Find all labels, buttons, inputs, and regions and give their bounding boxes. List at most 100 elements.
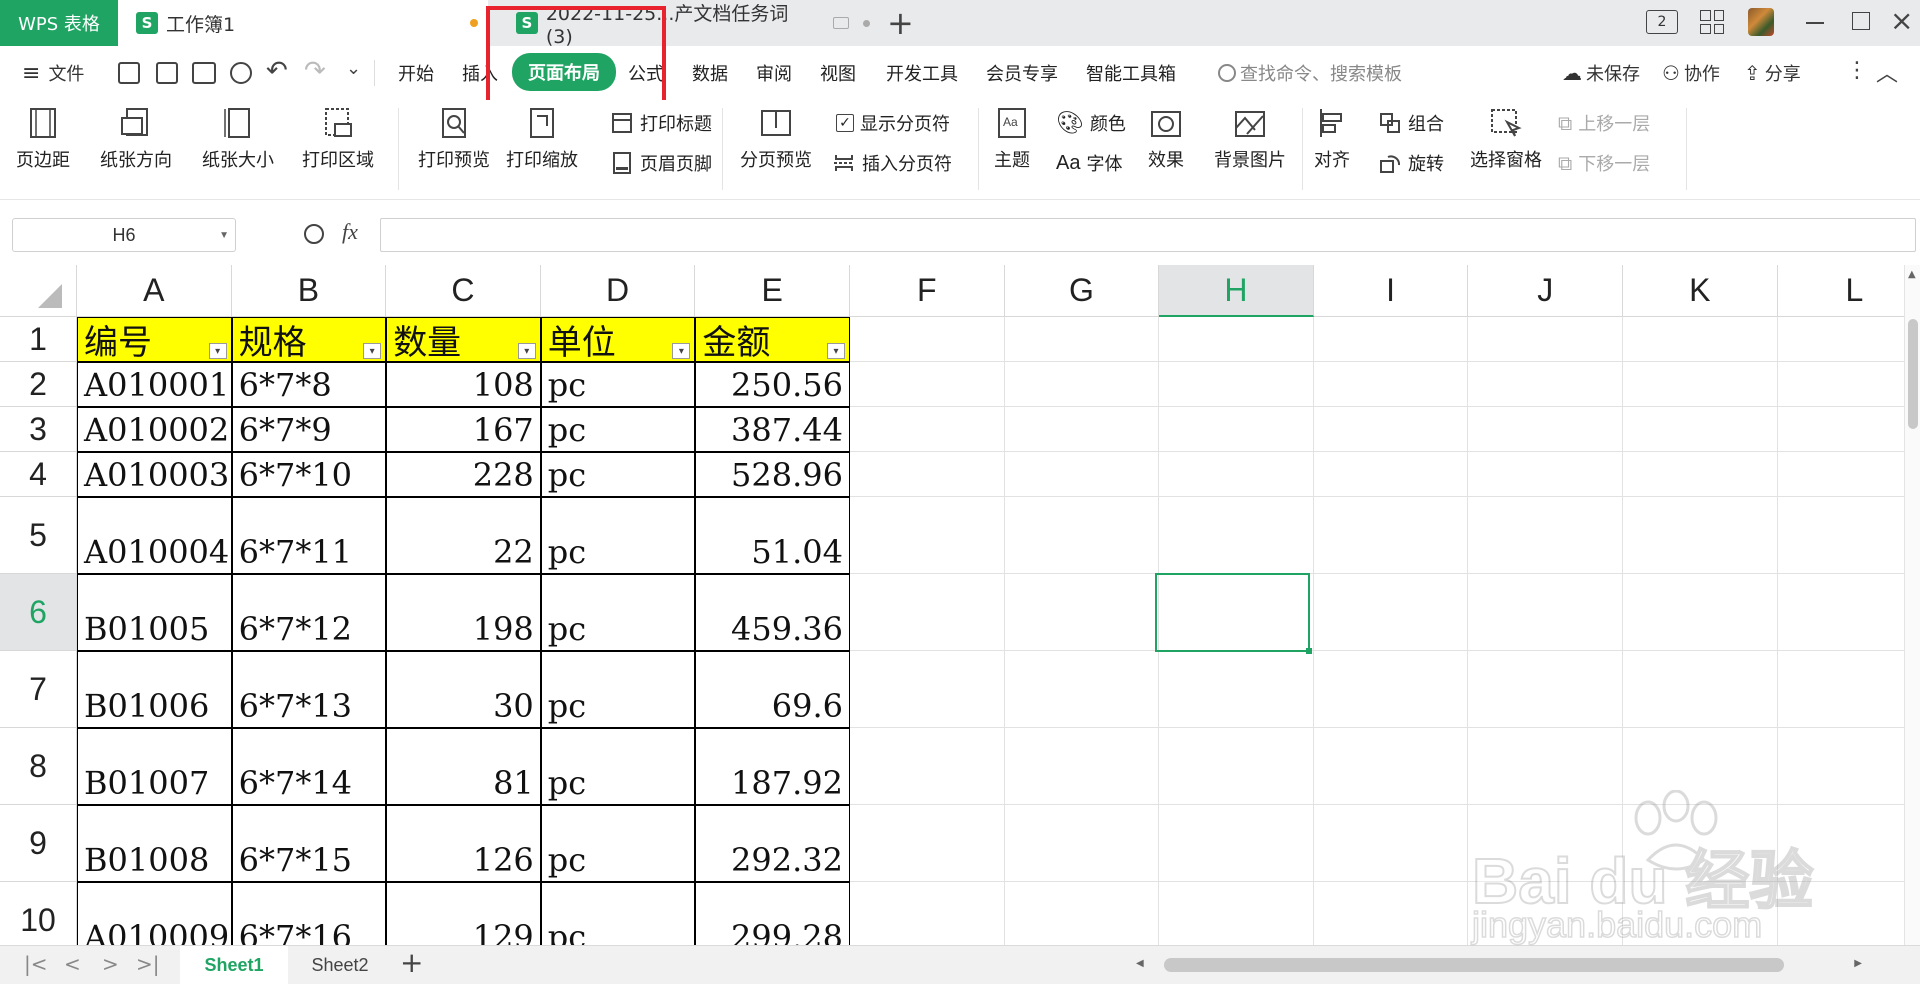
table-cell[interactable]: 129 [386,882,541,945]
user-badge[interactable]: 2 [1646,10,1678,34]
horizontal-scrollbar[interactable]: ◀ ▶ [1130,954,1870,976]
restore-icon[interactable] [1852,12,1870,30]
table-cell[interactable]: 6*7*15 [231,805,387,882]
header-cell[interactable]: 规格 ▾ [231,317,387,363]
fx-icon[interactable]: fx [342,219,358,245]
vertical-scroll-thumb[interactable] [1908,319,1918,429]
select-all-corner[interactable] [0,265,77,317]
colors-button[interactable]: 🎨︎ 颜色 [1056,110,1126,136]
table-cell[interactable]: 126 [386,805,541,882]
table-cell[interactable]: 187.92 [695,728,850,805]
share-button[interactable]: ⇪ 分享 [1744,60,1801,86]
column-header-g[interactable]: G [1004,265,1160,317]
column-header-j[interactable]: J [1468,265,1623,317]
collaborate-button[interactable]: ⚇ 协作 [1662,60,1720,86]
filter-dropdown-icon[interactable]: ▾ [517,343,536,359]
table-cell[interactable]: 528.96 [695,452,850,497]
app-tab[interactable]: WPS 表格 [0,0,118,46]
file-menu[interactable]: ≡ 文件 [22,60,84,86]
scroll-up-icon[interactable]: ▲ [1908,269,1916,280]
table-cell[interactable]: pc [540,728,696,805]
table-cell[interactable]: B01008 [77,805,232,882]
align-button[interactable]: 对齐 [1314,106,1350,172]
show-page-breaks-checkbox[interactable]: ✓ 显示分页符 [836,110,950,136]
more-options-icon[interactable]: ⋮ [1846,58,1868,83]
add-sheet-icon[interactable]: + [400,946,423,979]
table-cell[interactable]: pc [540,407,696,452]
column-header-e[interactable]: E [695,265,850,317]
row-header-9[interactable]: 9 [0,805,77,882]
table-cell[interactable]: A010003 [77,452,232,497]
header-cell[interactable]: 编号 ▾ [77,317,232,363]
effects-button[interactable]: 效果 [1148,106,1184,172]
table-cell[interactable]: pc [540,805,696,882]
rotate-button[interactable]: 旋转 [1378,150,1444,176]
header-cell[interactable]: 金额 ▾ [695,317,850,363]
column-header-h[interactable]: H [1159,265,1314,317]
tab-view[interactable]: 视图 [820,60,856,86]
table-cell[interactable]: 6*7*11 [231,497,387,574]
row-header-4[interactable]: 4 [0,452,77,497]
new-tab-icon[interactable]: + [887,4,914,42]
collapse-ribbon-icon[interactable]: ︿ [1876,56,1898,88]
print-scale-button[interactable]: 打印缩放 [506,106,578,172]
table-cell[interactable]: 6*7*8 [231,362,387,407]
row-header-6[interactable]: 6 [0,574,77,651]
horizontal-scroll-thumb[interactable] [1164,958,1784,972]
table-cell[interactable]: 108 [386,362,541,407]
first-sheet-icon[interactable]: |< [24,952,48,976]
filter-dropdown-icon[interactable]: ▾ [363,343,382,359]
minimize-icon[interactable] [1806,22,1824,24]
bring-forward-button[interactable]: ⧉ 上移一层 [1558,110,1650,136]
last-sheet-icon[interactable]: >| [136,952,160,976]
table-cell[interactable]: 459.36 [695,574,850,651]
row-header-8[interactable]: 8 [0,728,77,805]
column-header-d[interactable]: D [540,265,696,317]
unsaved-status[interactable]: ☁ 未保存 [1562,60,1640,86]
tab-developer[interactable]: 开发工具 [886,60,958,86]
table-cell[interactable]: A010002 [77,407,232,452]
filter-dropdown-icon[interactable]: ▾ [208,343,227,359]
table-cell[interactable]: 387.44 [695,407,850,452]
tab-review[interactable]: 审阅 [756,60,792,86]
close-icon[interactable]: × [1890,4,1913,37]
print-preview-icon[interactable] [230,62,252,84]
column-header-c[interactable]: C [386,265,541,317]
background-image-button[interactable]: 背景图片 [1214,106,1286,172]
table-cell[interactable]: 299.28 [695,882,850,945]
table-cell[interactable]: A010009 [77,882,232,945]
filter-dropdown-icon[interactable]: ▾ [826,343,845,359]
group-button[interactable]: 组合 [1378,110,1444,136]
name-box[interactable]: H6 ▼ [12,218,236,252]
theme-button[interactable]: Aa 主题 [994,106,1030,172]
zoom-search-icon[interactable] [304,224,324,244]
column-header-f[interactable]: F [850,265,1005,317]
avatar[interactable] [1748,8,1774,36]
table-cell[interactable]: B01005 [77,574,232,651]
table-cell[interactable]: 198 [386,574,541,651]
header-footer-button[interactable]: 页眉页脚 [610,150,712,176]
row-header-1[interactable]: 1 [0,317,77,362]
table-cell[interactable]: 250.56 [695,362,850,407]
table-cell[interactable]: B01006 [77,651,232,728]
page-break-preview-button[interactable]: 分页预览 [740,106,812,172]
table-cell[interactable]: pc [540,497,696,574]
row-header-5[interactable]: 5 [0,497,77,574]
table-cell[interactable]: pc [540,651,696,728]
table-cell[interactable]: 6*7*14 [231,728,387,805]
table-cell[interactable]: B01007 [77,728,232,805]
margins-button[interactable]: 页边距 [16,106,70,172]
filter-dropdown-icon[interactable]: ▾ [672,343,691,359]
table-cell[interactable]: 6*7*16 [231,882,387,945]
paper-size-button[interactable]: 纸张大小 [202,106,274,172]
undo-icon[interactable]: ↶ [266,56,288,86]
table-cell[interactable]: pc [540,452,696,497]
column-header-k[interactable]: K [1623,265,1778,317]
print-area-button[interactable]: 打印区域 [302,106,374,172]
print-preview-button[interactable]: 打印预览 [418,106,490,172]
print-icon[interactable] [192,62,216,84]
grid-layout-icon[interactable] [1700,10,1724,34]
column-header-l[interactable]: L [1777,265,1904,317]
row-header-7[interactable]: 7 [0,651,77,728]
selection-pane-button[interactable]: 选择窗格 [1470,106,1542,172]
